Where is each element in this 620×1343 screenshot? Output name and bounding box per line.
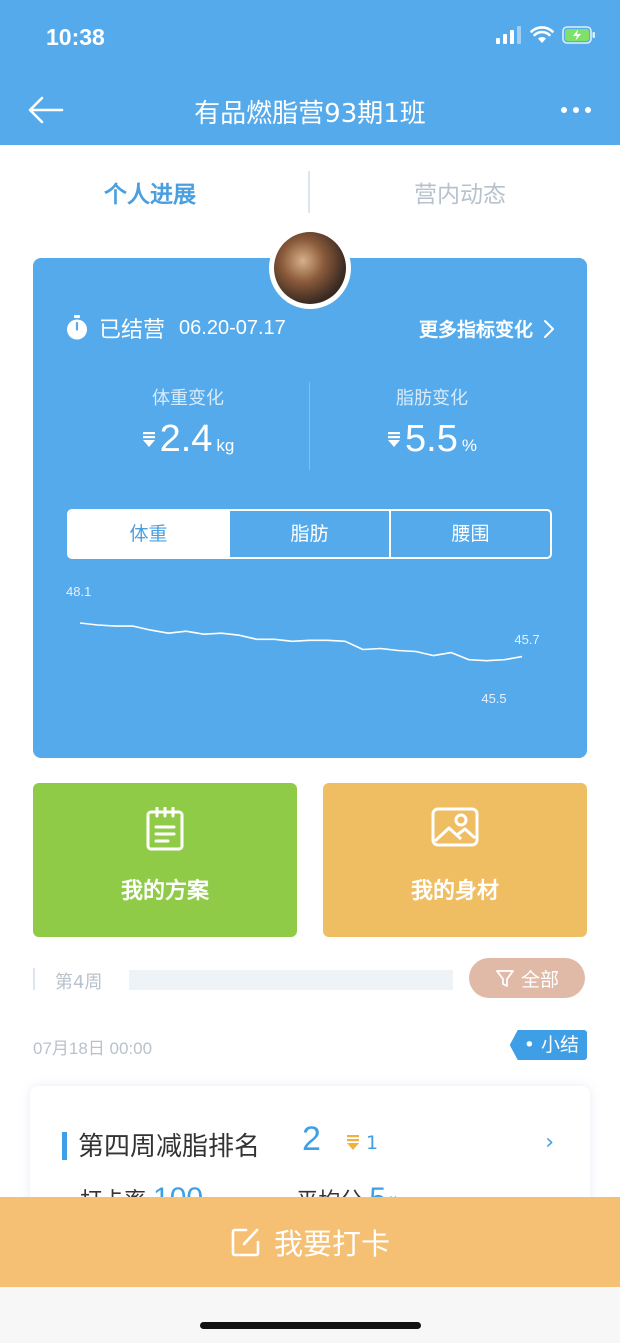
stopwatch-icon bbox=[67, 315, 87, 340]
status-time: 10:38 bbox=[46, 24, 105, 50]
tab-personal-progress[interactable]: 个人进展 bbox=[104, 175, 196, 209]
page-title: 有品燃脂营93期1班 bbox=[194, 99, 426, 129]
tab-divider bbox=[308, 171, 310, 213]
my-plan-label: 我的方案 bbox=[120, 879, 209, 904]
ranking-accent-bar bbox=[62, 1132, 67, 1160]
filter-button[interactable]: 全部 bbox=[469, 958, 585, 998]
chart-value-label: 48.1 bbox=[66, 584, 91, 599]
decrease-arrow-icon bbox=[142, 431, 155, 447]
feed-date-row: 07月18日 00:00 • 小结 bbox=[33, 1030, 587, 1062]
checkin-button[interactable]: 我要打卡 bbox=[0, 1197, 620, 1287]
fat-change-value-row: 5.5 % bbox=[307, 418, 557, 461]
more-options-icon[interactable] bbox=[556, 95, 596, 125]
decrease-arrow-icon bbox=[347, 1135, 359, 1150]
filter-icon bbox=[496, 970, 514, 987]
tab-bar: 个人进展 营内动态 bbox=[0, 145, 620, 240]
camp-status-label: 已结营 bbox=[99, 318, 166, 343]
summary-tag-label: 小结 bbox=[540, 1034, 579, 1056]
home-indicator bbox=[200, 1322, 421, 1329]
summary-tag: • 小结 bbox=[509, 1030, 587, 1060]
segment-weight[interactable]: 体重 bbox=[69, 511, 228, 557]
metric-segmented-control: 体重 脂肪 腰围 bbox=[67, 509, 552, 559]
nav-bar: 有品燃脂营93期1班 bbox=[0, 75, 620, 145]
my-body-button[interactable]: 我的身材 bbox=[323, 783, 587, 937]
weight-change-label: 体重变化 bbox=[152, 388, 224, 409]
filter-label: 全部 bbox=[520, 968, 559, 991]
image-icon bbox=[431, 807, 479, 847]
week-label: 第4周 bbox=[55, 972, 103, 993]
week-row: 第4周 全部 bbox=[33, 958, 587, 1002]
weight-trend-chart: 48.1 45.7 45.5 bbox=[66, 584, 540, 706]
status-bar: 10:38 bbox=[0, 0, 620, 75]
camp-status: 已结营 06.20-07.17 bbox=[65, 312, 286, 344]
week-tick bbox=[33, 968, 35, 990]
chart-value-label: 45.5 bbox=[481, 691, 506, 706]
home-indicator-area bbox=[0, 1287, 620, 1343]
segment-waist[interactable]: 腰围 bbox=[389, 511, 550, 557]
wifi-icon bbox=[530, 26, 554, 43]
ranking-change: 1 bbox=[346, 1132, 378, 1154]
tab-camp-feed[interactable]: 营内动态 bbox=[414, 175, 506, 209]
more-metrics-link[interactable]: 更多指标变化 bbox=[419, 315, 555, 342]
more-metrics-label: 更多指标变化 bbox=[418, 319, 533, 341]
fat-change-value: 5.5 bbox=[405, 418, 458, 460]
week-progress-bar bbox=[129, 970, 453, 990]
decrease-arrow-icon bbox=[388, 431, 401, 447]
chart-value-label: 45.7 bbox=[514, 632, 539, 647]
ranking-number: 2 bbox=[302, 1120, 321, 1158]
progress-card: 已结营 06.20-07.17 更多指标变化 体重变化 2.4 kg 脂肪变化 bbox=[33, 258, 587, 758]
checkin-label: 我要打卡 bbox=[273, 1227, 390, 1261]
my-plan-button[interactable]: 我的方案 bbox=[33, 783, 297, 937]
battery-icon bbox=[562, 26, 595, 44]
my-body-label: 我的身材 bbox=[410, 879, 499, 904]
weight-change-unit: kg bbox=[216, 436, 235, 455]
camp-dates: 06.20-07.17 bbox=[179, 316, 286, 339]
fat-change-metric: 脂肪变化 5.5 % bbox=[307, 384, 557, 461]
fat-change-label: 脂肪变化 bbox=[396, 388, 468, 409]
status-icons bbox=[496, 26, 596, 44]
weight-change-metric: 体重变化 2.4 kg bbox=[63, 384, 313, 461]
fat-change-unit: % bbox=[461, 436, 477, 455]
cellular-signal-icon bbox=[496, 26, 521, 44]
avatar[interactable] bbox=[269, 227, 351, 309]
segment-fat[interactable]: 脂肪 bbox=[228, 511, 389, 557]
weight-series-line bbox=[79, 622, 523, 662]
weight-change-value: 2.4 bbox=[159, 418, 213, 460]
chevron-right-icon bbox=[544, 319, 554, 338]
weight-change-value-row: 2.4 kg bbox=[63, 418, 313, 461]
ranking-change-value: 1 bbox=[366, 1132, 379, 1154]
avatar-image bbox=[274, 232, 346, 304]
feed-date: 07月18日 00:00 bbox=[33, 1039, 153, 1058]
ranking-title: 第四周减脂排名 bbox=[78, 1132, 261, 1162]
clipboard-icon bbox=[146, 807, 184, 851]
edit-icon bbox=[231, 1228, 260, 1257]
chevron-right-icon: › bbox=[545, 1130, 554, 1155]
